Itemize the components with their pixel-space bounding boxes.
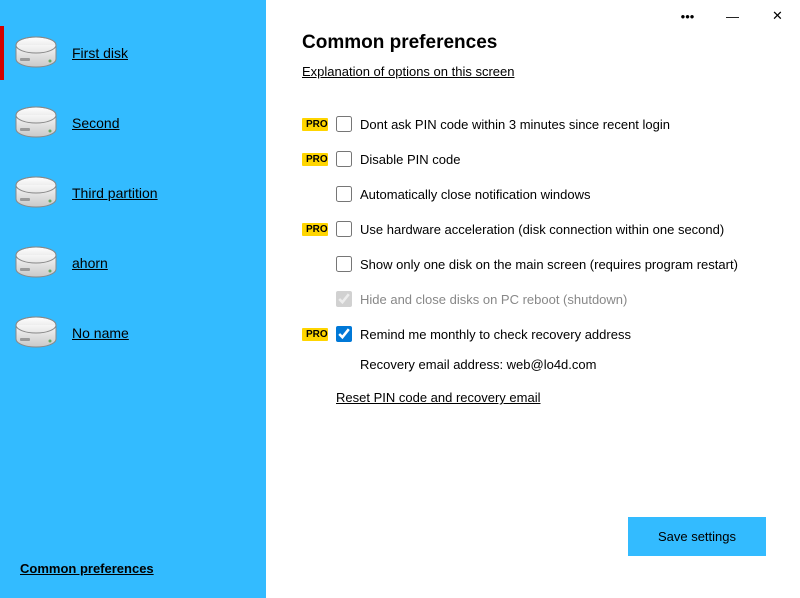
disk-icon <box>14 175 58 211</box>
recovery-email-text: Recovery email address: web@lo4d.com <box>302 357 766 372</box>
option-row: Hide and close disks on PC reboot (shutd… <box>302 282 766 316</box>
disk-label[interactable]: First disk <box>72 45 128 61</box>
option-row: Automatically close notification windows <box>302 177 766 211</box>
disk-icon <box>14 245 58 281</box>
option-checkbox[interactable] <box>336 116 352 132</box>
option-label: Dont ask PIN code within 3 minutes since… <box>360 117 670 132</box>
disk-label[interactable]: ahorn <box>72 255 108 271</box>
sidebar-footer: Common preferences <box>20 561 154 576</box>
option-label: Disable PIN code <box>360 152 460 167</box>
option-checkbox[interactable] <box>336 186 352 202</box>
disk-icon <box>14 35 58 71</box>
disk-label[interactable]: No name <box>72 325 129 341</box>
option-label: Use hardware acceleration (disk connecti… <box>360 222 724 237</box>
main-panel: Common preferences Explanation of option… <box>266 0 800 598</box>
option-checkbox[interactable] <box>336 151 352 167</box>
option-row: PRO Dont ask PIN code within 3 minutes si… <box>302 107 766 141</box>
disk-icon <box>14 315 58 351</box>
disk-icon <box>14 105 58 141</box>
sidebar-disk-item[interactable]: No name <box>0 298 266 368</box>
common-preferences-link[interactable]: Common preferences <box>20 561 154 576</box>
pro-badge: PRO <box>302 118 328 131</box>
option-checkbox[interactable] <box>336 326 352 342</box>
option-checkbox <box>336 291 352 307</box>
sidebar-disk-item[interactable]: First disk <box>0 18 266 88</box>
pro-badge: PRO <box>302 328 328 341</box>
pro-badge: PRO <box>302 223 328 236</box>
sidebar-disk-item[interactable]: ahorn <box>0 228 266 298</box>
disk-label[interactable]: Third partition <box>72 185 158 201</box>
option-label: Hide and close disks on PC reboot (shutd… <box>360 292 627 307</box>
more-button[interactable]: ••• <box>665 0 710 32</box>
reset-pin-link[interactable]: Reset PIN code and recovery email <box>302 390 540 405</box>
save-settings-button[interactable]: Save settings <box>628 517 766 556</box>
option-label: Remind me monthly to check recovery addr… <box>360 327 631 342</box>
pro-badge: PRO <box>302 153 328 166</box>
titlebar: ••• — ✕ <box>665 0 800 32</box>
option-row: Show only one disk on the main screen (r… <box>302 247 766 281</box>
app-window: ••• — ✕ First disk <box>0 0 800 598</box>
watermark-text: LO4D.com <box>707 574 790 591</box>
sidebar: First disk Second Third partition <box>0 0 266 598</box>
close-button[interactable]: ✕ <box>755 0 800 32</box>
option-row: PRO Disable PIN code <box>302 142 766 176</box>
option-label: Automatically close notification windows <box>360 187 591 202</box>
sidebar-disk-item[interactable]: Third partition <box>0 158 266 228</box>
option-row: PRO Remind me monthly to check recovery a… <box>302 317 766 351</box>
disk-label[interactable]: Second <box>72 115 119 131</box>
option-row: PRO Use hardware acceleration (disk conne… <box>302 212 766 246</box>
explanation-link[interactable]: Explanation of options on this screen <box>302 64 514 79</box>
page-title: Common preferences <box>302 32 766 54</box>
minimize-button[interactable]: — <box>710 0 755 32</box>
option-checkbox[interactable] <box>336 256 352 272</box>
watermark: ↻ LO4D.com <box>681 572 790 592</box>
option-checkbox[interactable] <box>336 221 352 237</box>
sidebar-disk-item[interactable]: Second <box>0 88 266 158</box>
watermark-icon: ↻ <box>681 572 701 592</box>
option-label: Show only one disk on the main screen (r… <box>360 257 738 272</box>
